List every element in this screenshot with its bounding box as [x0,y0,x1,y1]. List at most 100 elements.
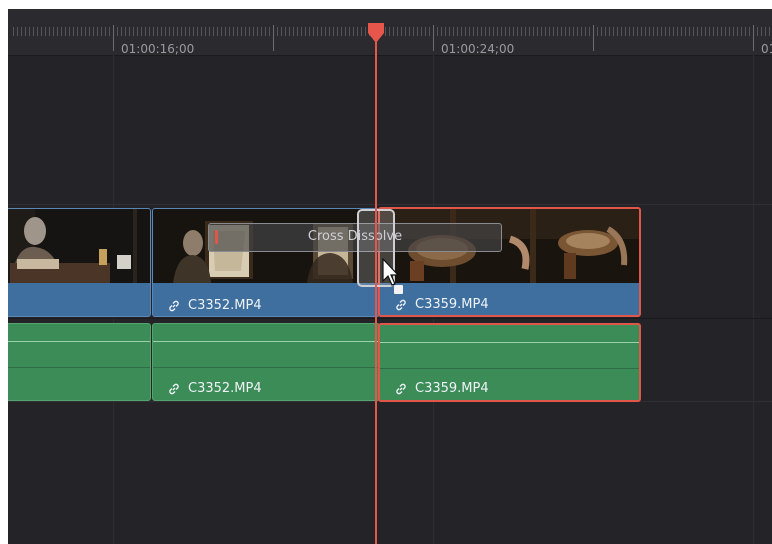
ruler-minor-tick [173,27,174,36]
ruler-minor-tick [597,27,598,36]
ruler-minor-tick [673,27,674,36]
ruler-minor-tick [153,27,154,36]
ruler-minor-tick [517,27,518,36]
ruler-minor-tick [157,27,158,36]
timecode-label: 01:00:16;00 [121,42,195,56]
audio-clip[interactable] [8,323,151,401]
audio-clip[interactable]: C3352.MP4 [152,323,380,401]
time-ruler[interactable]: 01:00:16;00 01:00:24;00 01 [8,9,772,56]
ruler-minor-tick [409,27,410,36]
ruler-minor-tick [573,27,574,36]
ruler-minor-tick [661,27,662,36]
link-icon [169,300,179,311]
playhead-line[interactable] [375,25,377,544]
ruler-minor-tick [745,27,746,36]
ruler-minor-tick [121,27,122,36]
clip-name: C3352.MP4 [188,298,262,313]
ruler-minor-tick [497,27,498,36]
ruler-minor-tick [717,27,718,36]
ruler-minor-tick [557,27,558,36]
audio-clip-selected[interactable]: C3359.MP4 [378,323,641,402]
ruler-minor-tick [525,27,526,36]
ruler-minor-tick [649,27,650,36]
ruler-minor-tick [749,27,750,36]
ruler-minor-tick [49,27,50,36]
ruler-minor-tick [589,27,590,36]
ruler-minor-tick [393,27,394,36]
playhead-marker[interactable] [365,23,387,45]
ruler-minor-tick [21,27,22,36]
ruler-minor-tick [513,27,514,36]
audio-waveform [153,341,379,342]
ruler-minor-tick [453,27,454,36]
ruler-minor-tick [205,27,206,36]
ruler-minor-tick [709,27,710,36]
ruler-minor-tick [469,27,470,36]
ruler-minor-tick [333,27,334,36]
ruler-minor-tick [137,27,138,36]
ruler-minor-tick [605,27,606,36]
ruler-minor-tick [261,27,262,36]
clip-label: C3352.MP4 [167,381,262,396]
track-divider [8,204,772,205]
ruler-minor-tick [329,27,330,36]
ruler-minor-tick [701,27,702,36]
ruler-minor-tick [105,27,106,36]
ruler-minor-tick [117,27,118,36]
ruler-minor-tick [725,27,726,36]
timeline-panel[interactable]: 01:00:16;00 01:00:24;00 01 [8,9,772,544]
link-icon [396,383,406,394]
ruler-minor-tick [429,27,430,36]
ruler-minor-tick [693,27,694,36]
ruler-minor-tick [685,27,686,36]
ruler-minor-tick [69,27,70,36]
ruler-minor-tick [757,27,758,36]
ruler-minor-tick [33,27,34,36]
ruler-minor-tick [237,27,238,36]
ruler-minor-tick [529,27,530,36]
ruler-minor-tick [549,27,550,36]
ruler-minor-tick [425,27,426,36]
ruler-minor-tick [73,27,74,36]
ruler-minor-tick [613,27,614,36]
audio-divider [8,367,150,368]
ruler-minor-tick [561,27,562,36]
ruler-minor-tick [61,27,62,36]
audio-waveform [380,342,639,343]
ruler-minor-tick [629,27,630,36]
video-clip[interactable] [8,208,151,317]
ruler-minor-tick [669,27,670,36]
ruler-major-tick [593,25,594,51]
ruler-minor-tick [437,27,438,36]
ruler-minor-tick [353,27,354,36]
ruler-minor-tick [657,27,658,36]
ruler-minor-tick [653,27,654,36]
ruler-minor-tick [769,27,770,36]
audio-divider [380,368,639,369]
ruler-major-tick [113,25,114,51]
ruler-minor-tick [17,27,18,36]
ruler-minor-tick [357,27,358,36]
ruler-minor-tick [101,27,102,36]
ruler-minor-tick [349,27,350,36]
ruler-major-tick [273,25,274,51]
ruler-minor-tick [617,27,618,36]
ruler-minor-tick [637,27,638,36]
track-divider [8,318,772,319]
ruler-minor-tick [625,27,626,36]
ruler-minor-tick [89,27,90,36]
ruler-minor-tick [213,27,214,36]
ruler-minor-tick [473,27,474,36]
ruler-minor-tick [241,27,242,36]
ruler-minor-tick [65,27,66,36]
ruler-minor-tick [189,27,190,36]
ruler-minor-tick [165,27,166,36]
cross-dissolve-transition[interactable]: Cross Dissolve [208,223,502,252]
ruler-minor-tick [133,27,134,36]
ruler-minor-tick [697,27,698,36]
ruler-minor-tick [245,27,246,36]
ruler-minor-tick [217,27,218,36]
ruler-minor-tick [537,27,538,36]
ruler-minor-tick [277,27,278,36]
ruler-minor-tick [249,27,250,36]
